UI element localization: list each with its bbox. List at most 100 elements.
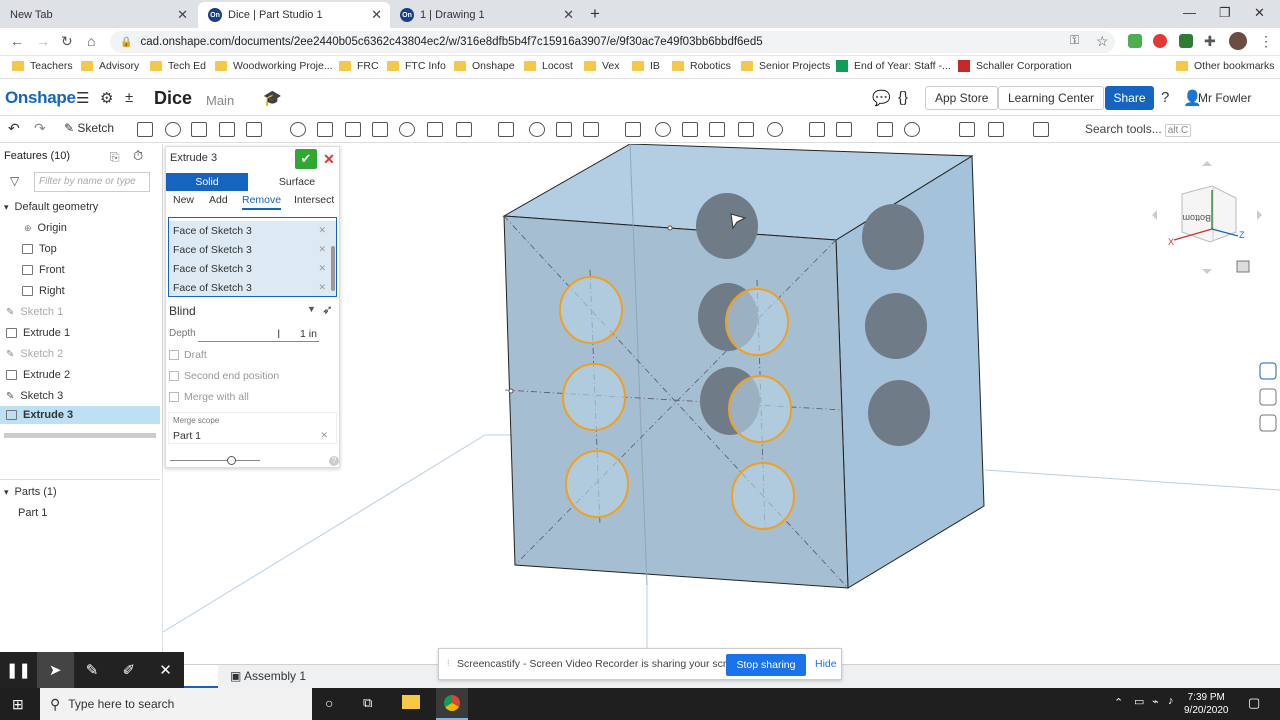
hamburger-menu-icon[interactable]: ☰ [76,89,89,107]
tool-icon[interactable] [709,122,725,137]
workspace-name[interactable]: Main [206,93,234,108]
end-type-select[interactable]: Blind [169,304,196,318]
extension-icon[interactable] [1179,34,1193,48]
parts-group[interactable]: ▾ Parts (1) [0,483,160,501]
bookmark-item[interactable]: Onshape [454,60,515,72]
tool-icon[interactable] [959,122,975,137]
rollback-icon[interactable]: ⎘ [110,150,120,165]
profile-avatar[interactable] [1229,32,1247,50]
home-icon[interactable]: ⌂ [87,33,95,49]
feature-right-plane[interactable]: Right [0,282,160,300]
highlighter-icon[interactable]: ✐ [110,652,147,688]
file-explorer-icon[interactable] [402,695,420,709]
feature-extrude-1[interactable]: Extrude 1 [0,324,160,342]
chevron-down-icon[interactable]: ▼ [307,304,316,314]
bookmark-item[interactable]: Woodworking Proje... [215,60,333,72]
undo-icon[interactable]: ↶ [8,120,20,137]
stop-sharing-button[interactable]: Stop sharing [726,654,806,676]
help-icon[interactable]: ? [329,456,339,466]
extension-icon[interactable] [1153,34,1167,48]
tool-icon[interactable] [317,122,333,137]
faces-scrollbar[interactable] [331,246,335,291]
new-tab-plus-icon[interactable]: + [590,4,600,24]
tool-icon[interactable] [290,122,306,137]
comment-icon[interactable]: 💬 [872,89,891,107]
selected-face-item[interactable]: Face of Sketch 3 ✕ [169,278,336,296]
feature-extrude-2[interactable]: Extrude 2 [0,366,160,384]
tool-icon[interactable] [246,122,262,137]
document-name[interactable]: Dice [154,88,192,109]
share-button[interactable]: Share [1105,86,1154,110]
timer-icon[interactable]: ⏱ [133,148,143,164]
bookmark-item[interactable]: Advisory [81,60,139,72]
windows-start-icon[interactable]: ⊞ [12,696,24,713]
view-cube[interactable]: Bottom X Z [1152,161,1262,274]
tray-icon[interactable]: ▭ [1134,695,1144,708]
feature-sketch-1[interactable]: ✎ Sketch 1 [0,303,160,321]
task-view-icon[interactable]: ⧉ [363,695,372,711]
url-input[interactable]: 🔒 cad.onshape.com/documents/2ee2440b05c6… [110,31,1115,53]
remove-x-icon[interactable]: ✕ [320,430,328,441]
feature-sketch-3[interactable]: ✎ Sketch 3 [0,387,160,405]
feature-top-plane[interactable]: Top [0,240,160,258]
second-end-checkbox[interactable]: Second end position [169,370,279,382]
op-new-tab[interactable]: New [173,194,194,206]
maximize-icon[interactable]: ❐ [1219,5,1231,21]
bookmark-item[interactable]: FRC [339,60,379,72]
variable-studio-icon[interactable]: ± [125,89,133,106]
pause-icon[interactable]: ❚❚ [0,652,37,688]
accept-check-icon[interactable]: ✔ [295,149,317,169]
selected-face-item[interactable]: Face of Sketch 3 ✕ [169,259,336,278]
hide-button[interactable]: Hide [815,658,837,670]
op-add-tab[interactable]: Add [209,194,228,206]
bookmark-item[interactable]: Other bookmarks [1176,60,1275,72]
feature-origin[interactable]: ⊕ Origin [0,219,160,237]
remove-x-icon[interactable]: ✕ [318,282,326,293]
search-tools-input[interactable]: Search tools... alt C [1085,122,1192,137]
tool-icon[interactable] [556,122,572,137]
flip-direction-icon[interactable]: ➶ [322,302,333,318]
forward-arrow-icon[interactable]: → [36,33,50,49]
tab-part-studio[interactable]: On Dice | Part Studio 1 ✕ [198,2,390,28]
reload-icon[interactable]: ↻ [61,33,73,50]
close-icon[interactable]: ✕ [147,652,184,688]
feature-front-plane[interactable]: Front [0,261,160,279]
remove-x-icon[interactable]: ✕ [318,263,326,274]
onshape-logo[interactable]: Onshape [5,88,76,108]
back-arrow-icon[interactable]: ← [10,33,24,49]
bookmark-item[interactable]: Robotics [672,60,731,72]
help-icon[interactable]: ? [1161,89,1169,106]
feature-filter-input[interactable]: Filter by name or type [34,172,150,192]
tab-assembly[interactable]: ▣ Assembly 1 [230,669,306,683]
drag-handle-icon[interactable]: ⁞ [447,658,450,668]
tab-drawing[interactable]: On 1 | Drawing 1 ✕ [390,2,582,28]
tool-icon[interactable] [836,122,852,137]
code-braces-icon[interactable]: {} [898,89,908,106]
tool-icon[interactable] [904,122,920,137]
bookmark-item[interactable]: Locost [524,60,573,72]
pointer-icon[interactable]: ➤ [36,652,74,688]
taskbar-clock[interactable]: 7:39 PM 9/20/2020 [1184,691,1229,717]
menu-dots-icon[interactable]: ⋮ [1259,33,1273,50]
op-remove-tab[interactable]: Remove [242,194,282,210]
bookmark-item[interactable]: Senior Projects [741,60,830,72]
faces-selection-list[interactable]: Face of Sketch 3 ✕ Face of Sketch 3 ✕ Face… [168,217,337,297]
bookmark-item[interactable]: IB [632,60,660,72]
tool-icon[interactable] [372,122,388,137]
tool-icon[interactable] [682,122,698,137]
tool-icon[interactable] [583,122,599,137]
bookmark-item[interactable]: Teachers [12,60,73,72]
tool-icon[interactable] [877,122,893,137]
tool-icon[interactable] [427,122,443,137]
tool-icon[interactable] [988,122,1004,137]
tool-icon[interactable] [738,122,754,137]
tool-icon[interactable] [529,122,545,137]
tool-icon[interactable] [399,122,415,137]
tool-icon[interactable] [498,122,514,137]
notifications-icon[interactable]: ▢ [1248,695,1260,711]
preview-slider-handle[interactable] [227,456,236,465]
tool-icon[interactable] [625,122,641,137]
pen-icon[interactable]: ✎ [74,652,111,688]
selected-face-item[interactable]: Face of Sketch 3 ✕ [169,240,336,259]
close-icon[interactable]: ✕ [177,7,188,23]
